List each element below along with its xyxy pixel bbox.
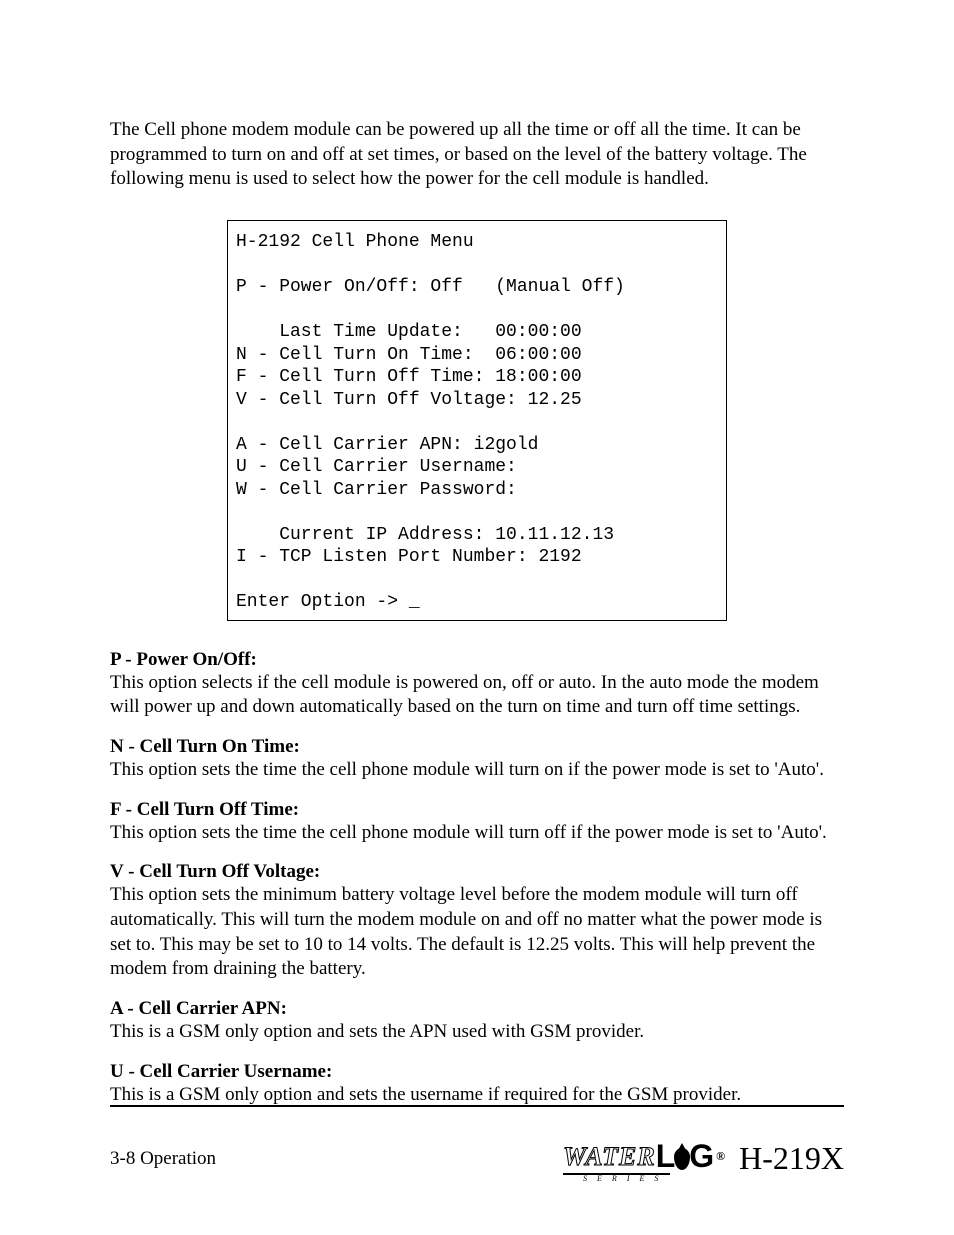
menu-line-i: I - TCP Listen Port Number: 2192 xyxy=(236,547,582,567)
footer: 3-8 Operation WATERLG® S E R I E S H-219… xyxy=(110,1140,844,1177)
menu-line-f: F - Cell Turn Off Time: 18:00:00 xyxy=(236,367,582,387)
footer-page-label: 3-8 Operation xyxy=(110,1148,216,1170)
model-number: H-219X xyxy=(739,1140,844,1177)
menu-line-n: N - Cell Turn On Time: 06:00:00 xyxy=(236,345,582,365)
menu-line-a: A - Cell Carrier APN: i2gold xyxy=(236,435,538,455)
section-v-heading: V - Cell Turn Off Voltage: xyxy=(110,861,844,883)
menu-prompt: Enter Option -> _ xyxy=(236,592,420,612)
drop-icon xyxy=(674,1148,690,1170)
section-n: N - Cell Turn On Time: This option sets … xyxy=(110,736,844,783)
section-p: P - Power On/Off: This option selects if… xyxy=(110,649,844,720)
logo-water-text: WATER xyxy=(563,1142,656,1172)
section-p-body: This option selects if the cell module i… xyxy=(110,671,844,720)
waterlog-logo: WATERLG® S E R I E S xyxy=(563,1140,725,1177)
logo-l: L xyxy=(656,1138,676,1175)
logo-series-text: S E R I E S xyxy=(583,1174,662,1183)
intro-paragraph: The Cell phone modem module can be power… xyxy=(110,118,844,192)
section-u-heading: U - Cell Carrier Username: xyxy=(110,1061,844,1083)
menu-line-v: V - Cell Turn Off Voltage: 12.25 xyxy=(236,390,582,410)
section-p-heading: P - Power On/Off: xyxy=(110,649,844,671)
registered-icon: ® xyxy=(716,1149,725,1164)
menu-line-ip: Current IP Address: 10.11.12.13 xyxy=(236,525,614,545)
section-n-heading: N - Cell Turn On Time: xyxy=(110,736,844,758)
section-n-body: This option sets the time the cell phone… xyxy=(110,758,844,783)
footer-rule xyxy=(110,1105,844,1107)
menu-line-last: Last Time Update: 00:00:00 xyxy=(236,322,582,342)
section-v: V - Cell Turn Off Voltage: This option s… xyxy=(110,861,844,982)
section-u: U - Cell Carrier Username: This is a GSM… xyxy=(110,1061,844,1108)
menu-line-p: P - Power On/Off: Off (Manual Off) xyxy=(236,277,625,297)
menu-line-w: W - Cell Carrier Password: xyxy=(236,480,517,500)
section-a-heading: A - Cell Carrier APN: xyxy=(110,998,844,1020)
footer-right: WATERLG® S E R I E S H-219X xyxy=(563,1140,844,1177)
cell-phone-menu-box: H-2192 Cell Phone Menu P - Power On/Off:… xyxy=(227,220,727,621)
menu-title: H-2192 Cell Phone Menu xyxy=(236,232,474,252)
section-f: F - Cell Turn Off Time: This option sets… xyxy=(110,799,844,846)
section-f-body: This option sets the time the cell phone… xyxy=(110,821,844,846)
section-f-heading: F - Cell Turn Off Time: xyxy=(110,799,844,821)
section-u-body: This is a GSM only option and sets the u… xyxy=(110,1083,844,1108)
menu-line-u: U - Cell Carrier Username: xyxy=(236,457,517,477)
logo-g: G xyxy=(689,1138,714,1175)
section-a-body: This is a GSM only option and sets the A… xyxy=(110,1020,844,1045)
section-a: A - Cell Carrier APN: This is a GSM only… xyxy=(110,998,844,1045)
section-v-body: This option sets the minimum battery vol… xyxy=(110,883,844,982)
